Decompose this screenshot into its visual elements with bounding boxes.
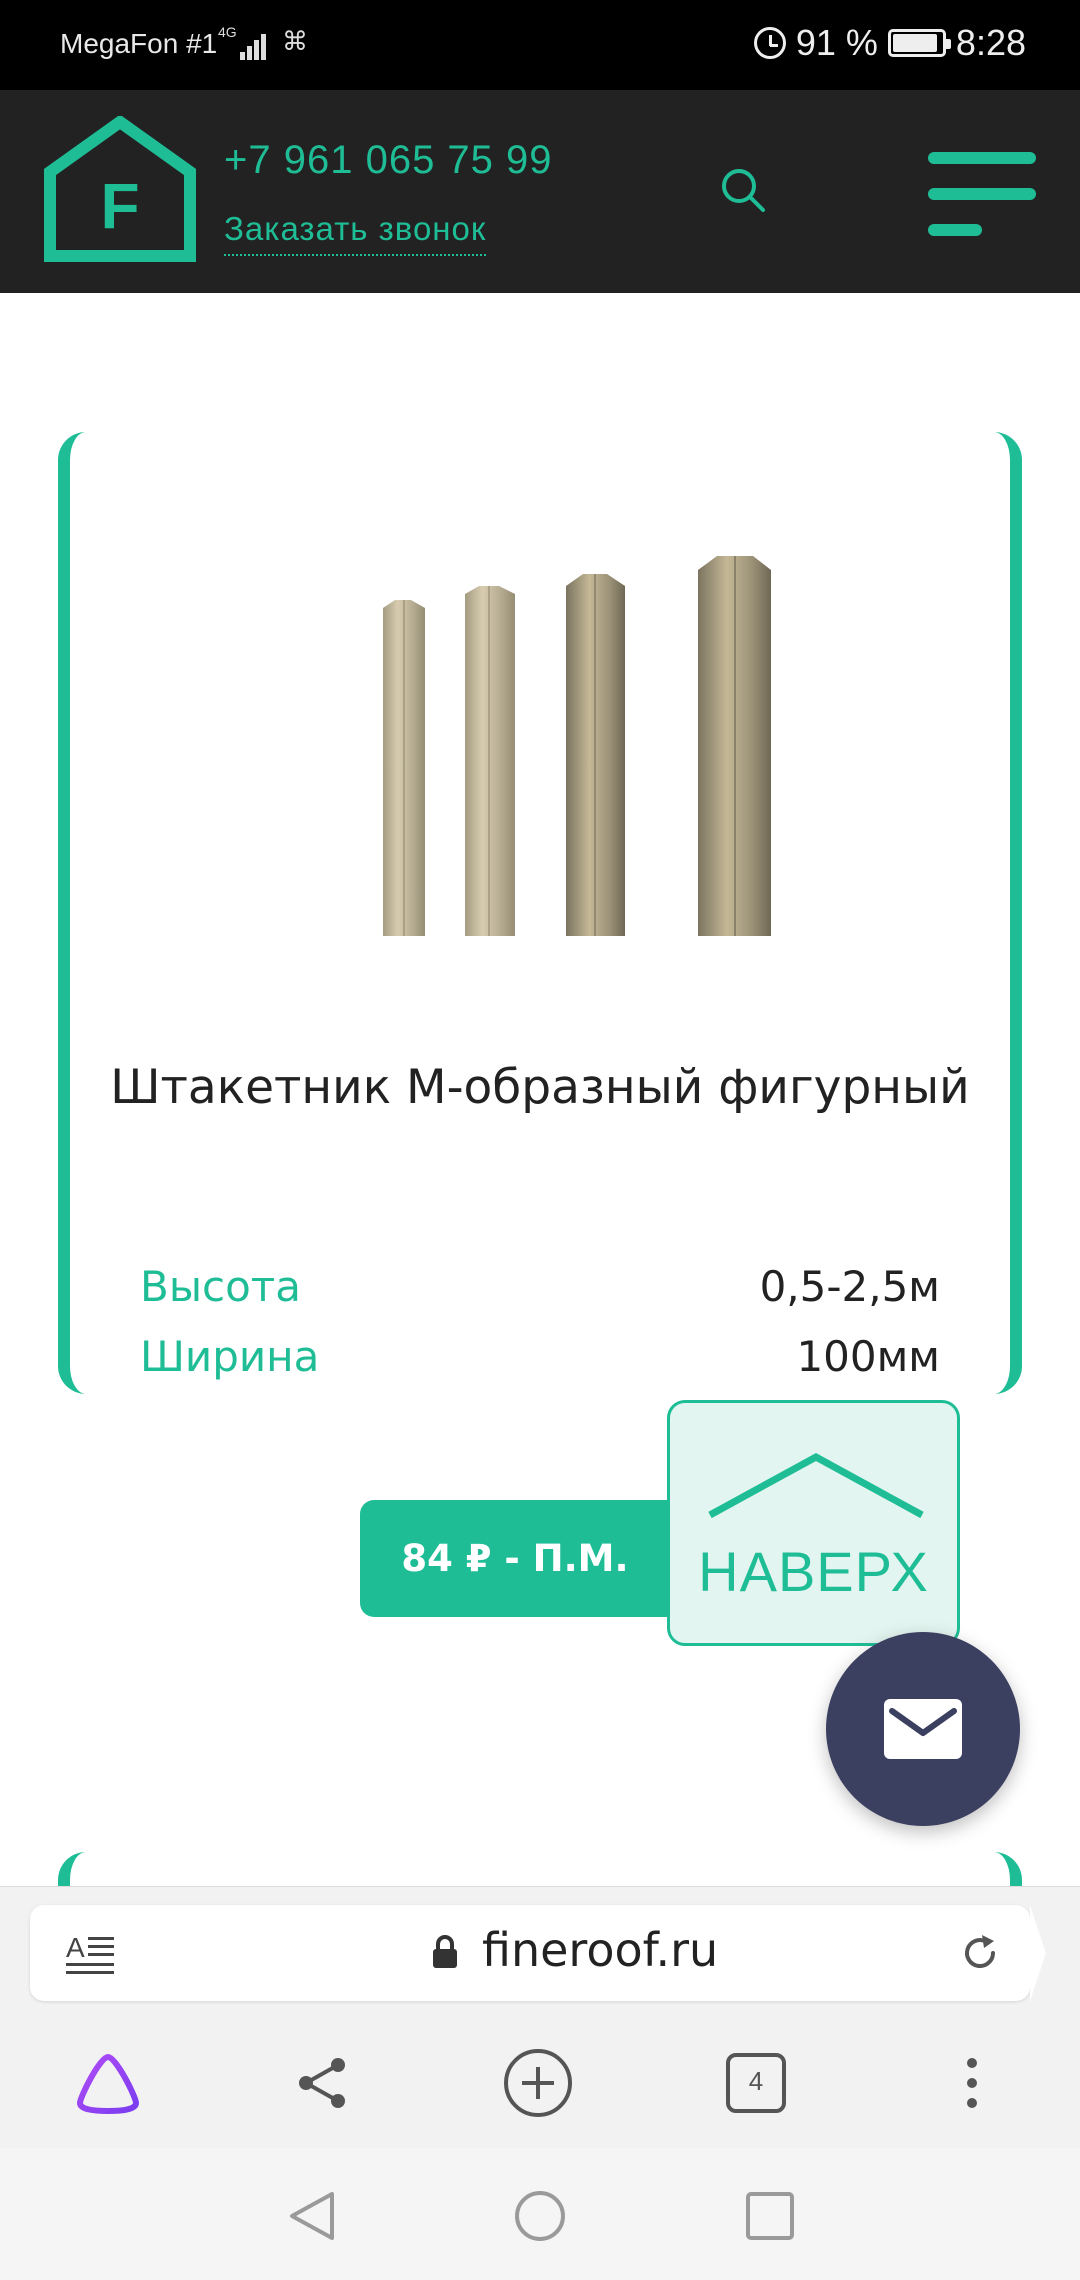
logo-letter: F xyxy=(100,170,139,242)
address-bar[interactable]: A fineroof.ru xyxy=(30,1905,1046,2001)
battery-icon xyxy=(887,29,951,57)
more-icon[interactable] xyxy=(936,2047,1008,2119)
product-title[interactable]: Штакетник М-образный фигурный xyxy=(70,1060,1010,1115)
battery-percent: 91 % xyxy=(795,22,878,63)
envelope-icon xyxy=(884,1699,962,1759)
lock-icon xyxy=(433,1935,457,1968)
share-icon[interactable] xyxy=(286,2047,358,2119)
reload-icon[interactable] xyxy=(960,1933,1000,1973)
price-button[interactable]: 84 ₽ - П.М. xyxy=(360,1500,690,1617)
menu-icon[interactable] xyxy=(928,152,1036,238)
status-right: 91 % 8:28 xyxy=(753,22,1026,64)
phone-link[interactable]: +7 961 065 75 99 xyxy=(224,138,553,183)
spec-value-height: 0,5-2,5м xyxy=(759,1262,940,1311)
system-nav-bar xyxy=(0,2148,1080,2280)
back-to-top-button[interactable]: НАВЕРХ xyxy=(667,1400,960,1646)
site-header: F +7 961 065 75 99 Заказать звонок xyxy=(0,90,1080,293)
back-icon[interactable] xyxy=(284,2188,340,2244)
tab-count: 4 xyxy=(748,2066,764,2096)
svg-text:A: A xyxy=(66,1932,85,1963)
product-card[interactable]: Штакетник М-образный фигурный Высота 0,5… xyxy=(58,432,1022,1394)
recents-icon[interactable] xyxy=(742,2188,798,2244)
search-icon[interactable] xyxy=(718,165,768,215)
callback-link[interactable]: Заказать звонок xyxy=(224,210,487,256)
spec-label-width: Ширина xyxy=(140,1332,320,1381)
signal-icon xyxy=(240,30,272,60)
network-type: 4G xyxy=(218,24,237,40)
mail-button[interactable] xyxy=(826,1632,1020,1826)
browser-toolbar: A fineroof.ru 4 xyxy=(0,1886,1080,2148)
spec-value-width: 100мм xyxy=(796,1332,940,1381)
reader-mode-icon[interactable]: A xyxy=(66,1931,116,1975)
roof-arrow-icon xyxy=(708,1453,924,1519)
new-tab-icon[interactable] xyxy=(502,2047,574,2119)
logo-icon[interactable]: F xyxy=(44,116,196,262)
clock: 8:28 xyxy=(955,22,1026,63)
product-image xyxy=(383,556,771,936)
alarm-icon xyxy=(753,27,786,59)
carrier-label: MegaFon #1 xyxy=(60,28,218,59)
alice-icon[interactable] xyxy=(72,2047,144,2119)
home-icon[interactable] xyxy=(512,2188,568,2244)
spec-label-height: Высота xyxy=(140,1262,301,1311)
nfc-icon: ⌘ xyxy=(282,26,308,56)
back-to-top-label: НАВЕРХ xyxy=(698,1540,929,1603)
url-text[interactable]: fineroof.ru xyxy=(482,1923,718,1977)
tabs-button[interactable]: 4 xyxy=(720,2047,792,2119)
status-bar: MegaFon #1 4G ⌘ 91 % 8:28 xyxy=(0,0,1080,90)
